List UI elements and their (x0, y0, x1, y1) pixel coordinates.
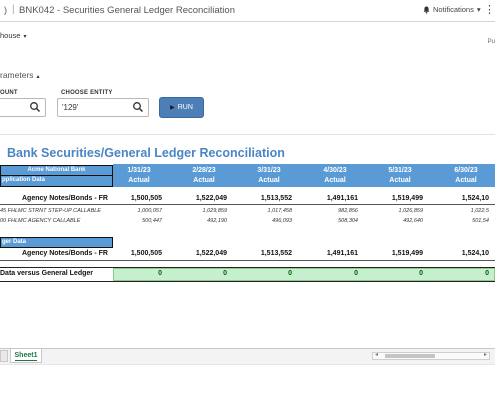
column-kind: Actual (193, 177, 215, 184)
title-separator: | (12, 4, 15, 15)
cell-variance[interactable]: 0 (165, 270, 227, 277)
cell-gl-total[interactable]: 1,491,161 (296, 250, 358, 257)
column-kind: Actual (128, 177, 150, 184)
cell-security-2[interactable]: 492,640 (361, 218, 423, 224)
cell-security-2[interactable]: 500,447 (100, 218, 162, 224)
cell-gl-total[interactable]: 1,500,505 (100, 250, 162, 257)
row-label-security-2: 00 FHLMC AGENCY CALLABLE (0, 218, 81, 224)
row-label-security-1: 45 FHLMC STRNT STEP-UP CALLABLE (0, 208, 101, 214)
column-date: 3/31/23 (257, 167, 281, 174)
row-rule (0, 204, 495, 205)
row-label-gl-total: Agency Notes/Bonds - FR (22, 250, 108, 257)
scroll-right-icon[interactable]: ▸ (484, 351, 487, 358)
cell-security-1[interactable]: 1,022,5 (427, 208, 489, 214)
cell-variance[interactable]: 0 (100, 270, 162, 277)
cell-security-2[interactable]: 496,093 (230, 218, 292, 224)
sheet-tab-label: Sheet1 (14, 352, 38, 359)
column-header-1[interactable]: 1/31/23 Actual (111, 166, 167, 186)
column-date: 5/31/23 (388, 167, 412, 174)
cell-security-1[interactable]: 1,000,057 (100, 208, 162, 214)
column-date: 1/31/23 (127, 167, 151, 174)
ledger-data-label: ger Data (2, 239, 27, 245)
more-options-icon[interactable]: ⋮ (484, 3, 495, 16)
application-data-header[interactable]: pplication Data (0, 176, 113, 187)
sheet-tab-sheet1[interactable]: Sheet1 (10, 349, 42, 363)
warehouse-label: house (0, 31, 21, 40)
row-rule (0, 260, 495, 261)
chevron-down-icon: ▾ (476, 5, 481, 14)
parameters-label: rameters (0, 70, 34, 80)
cell-security-1[interactable]: 1,017,458 (230, 208, 292, 214)
cell-app-total[interactable]: 1,491,161 (296, 195, 358, 202)
sheet-tab-hidden[interactable] (0, 350, 8, 362)
cell-security-1[interactable]: 1,026,859 (361, 208, 423, 214)
ledger-data-header[interactable]: ger Data (0, 237, 113, 248)
cell-app-total[interactable]: 1,522,049 (165, 195, 227, 202)
run-button[interactable]: ▶ RUN (159, 97, 204, 118)
cell-app-total[interactable]: 1,519,499 (361, 195, 423, 202)
row-label-app-total: Agency Notes/Bonds - FR (22, 195, 108, 202)
entity-input[interactable]: '129' (57, 98, 149, 117)
parameters-toggle[interactable]: rameters ▴ (0, 70, 40, 80)
column-header-6[interactable]: 6/30/23 Actual (438, 166, 494, 186)
right-edge-label: Pu (487, 39, 495, 45)
horizontal-scrollbar[interactable]: ◂ ▸ (372, 352, 490, 360)
play-icon: ▶ (170, 105, 175, 111)
chevron-down-icon: ▾ (23, 34, 27, 40)
column-header-5[interactable]: 5/31/23 Actual (372, 166, 428, 186)
column-date: 4/30/23 (323, 167, 347, 174)
account-input[interactable] (0, 98, 46, 117)
notifications-label: Notifications (433, 5, 474, 14)
chevron-up-icon: ▴ (36, 74, 40, 80)
column-kind: Actual (455, 177, 477, 184)
column-date: 2/28/23 (192, 167, 216, 174)
account-field-label: OUNT (0, 90, 18, 96)
cell-variance[interactable]: 0 (427, 270, 489, 277)
search-icon[interactable] (132, 101, 144, 113)
report-title: Bank Securities/General Ledger Reconcili… (7, 146, 285, 160)
cell-security-2[interactable]: 492,190 (165, 218, 227, 224)
entity-value: '129' (62, 103, 79, 112)
scrollbar-thumb[interactable] (385, 354, 435, 358)
cell-variance[interactable]: 0 (296, 270, 358, 277)
search-icon[interactable] (29, 101, 41, 113)
cell-gl-total[interactable]: 1,524,10 (427, 250, 489, 257)
app-topbar: ) | BNK042 - Securities General Ledger R… (0, 0, 495, 22)
column-header-4[interactable]: 4/30/23 Actual (307, 166, 363, 186)
cell-security-2[interactable]: 508,304 (296, 218, 358, 224)
company-name-cell[interactable]: Acme National Bank (0, 165, 113, 176)
cell-variance[interactable]: 0 (230, 270, 292, 277)
entity-field-label: CHOOSE ENTITY (61, 90, 113, 96)
column-date: 6/30/23 (454, 167, 478, 174)
scroll-left-icon[interactable]: ◂ (375, 351, 378, 358)
warehouse-dropdown[interactable]: house ▾ (0, 31, 26, 40)
row-label-variance: Data versus General Ledger (0, 270, 93, 277)
back-icon[interactable]: ) (4, 5, 7, 15)
active-tab-underline (15, 359, 37, 361)
cell-security-1[interactable]: 982,856 (296, 208, 358, 214)
cell-variance[interactable]: 0 (361, 270, 423, 277)
app-title: BNK042 - Securities General Ledger Recon… (19, 5, 235, 16)
column-kind: Actual (258, 177, 280, 184)
page-bottom (0, 364, 495, 400)
cell-app-total[interactable]: 1,500,505 (100, 195, 162, 202)
notifications-menu[interactable]: Notifications ▾ (423, 5, 481, 14)
cell-security-2[interactable]: 501,54 (427, 218, 489, 224)
cell-gl-total[interactable]: 1,519,499 (361, 250, 423, 257)
cell-app-total[interactable]: 1,513,552 (230, 195, 292, 202)
cell-app-total[interactable]: 1,524,10 (427, 195, 489, 202)
column-header-2[interactable]: 2/28/23 Actual (176, 166, 232, 186)
row-rule (0, 281, 495, 282)
application-data-label: pplication Data (2, 177, 46, 183)
column-kind: Actual (389, 177, 411, 184)
cell-security-1[interactable]: 1,029,859 (165, 208, 227, 214)
cell-gl-total[interactable]: 1,522,049 (165, 250, 227, 257)
bell-icon (423, 6, 430, 14)
column-kind: Actual (324, 177, 346, 184)
column-header-3[interactable]: 3/31/23 Actual (241, 166, 297, 186)
company-name: Acme National Bank (27, 167, 86, 173)
cell-gl-total[interactable]: 1,513,552 (230, 250, 292, 257)
run-label: RUN (177, 104, 193, 111)
